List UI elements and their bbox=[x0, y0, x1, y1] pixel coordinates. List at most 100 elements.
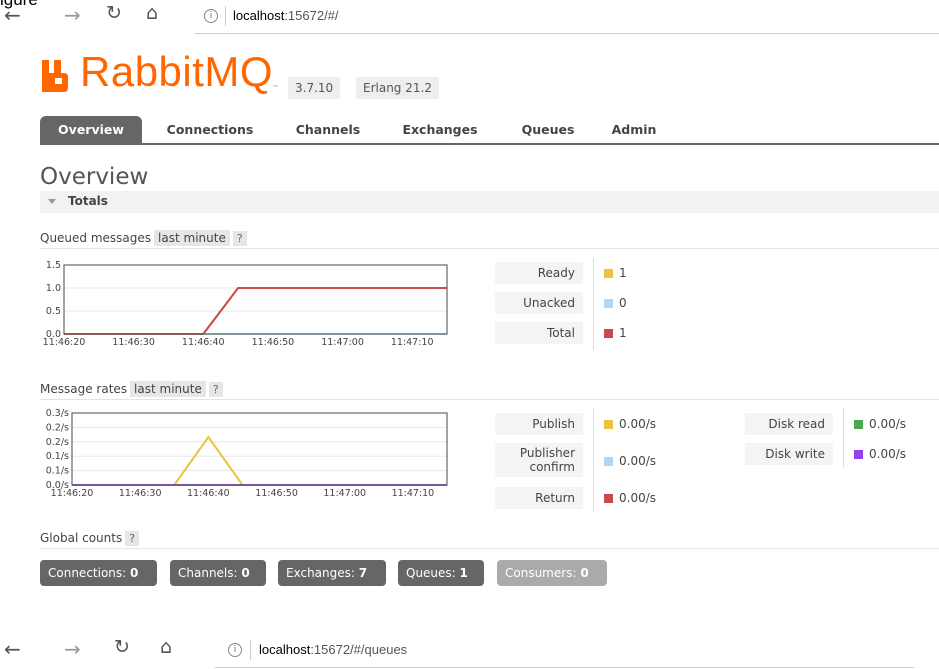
rates-range-selector[interactable]: last minute bbox=[130, 381, 206, 397]
legend-value-text: 0 bbox=[619, 296, 627, 310]
address-bar[interactable]: localhost:15672/#/ bbox=[233, 8, 339, 23]
y-tick-label: 1.0 bbox=[46, 283, 61, 294]
counter-value: 0 bbox=[130, 566, 139, 580]
legend-label-total: Total bbox=[495, 322, 583, 344]
legend-label-rate-0: Publish bbox=[495, 413, 583, 435]
counter-label: Channels: bbox=[178, 566, 238, 580]
home-icon[interactable]: ⌂ bbox=[160, 636, 172, 658]
legend-value-disk-read: 0.00/s bbox=[854, 417, 906, 431]
counter-exchanges[interactable]: Exchanges: 7 bbox=[278, 560, 386, 586]
x-tick-label: 11:47:10 bbox=[392, 488, 435, 499]
x-tick-label: 11:46:20 bbox=[43, 337, 86, 348]
legend-label-line: confirm bbox=[529, 460, 575, 474]
y-tick-label: 0.3/s bbox=[46, 408, 69, 419]
home-icon[interactable]: ⌂ bbox=[146, 2, 158, 24]
tab-channels[interactable]: Channels bbox=[286, 116, 370, 144]
tab-underline bbox=[40, 143, 939, 145]
counter-connections[interactable]: Connections: 0 bbox=[40, 560, 157, 586]
tab-queues[interactable]: Queues bbox=[510, 116, 586, 144]
counter-value: 0 bbox=[241, 566, 250, 580]
browser-toolbar-2: ← → ↻ ⌂ i localhost:15672/#/queues bbox=[0, 636, 939, 668]
tab-overview[interactable]: Overview bbox=[40, 116, 142, 144]
legend-value-rate-2: 0.00/s bbox=[604, 491, 656, 505]
x-tick-label: 11:46:30 bbox=[119, 488, 162, 499]
url-path: :15672/#/ bbox=[284, 8, 339, 23]
legend-divider bbox=[593, 258, 594, 350]
global-counts-label: Global counts bbox=[40, 531, 123, 545]
reload-icon[interactable]: ↻ bbox=[106, 2, 122, 24]
message-rates-chart-svg: 0.0/s0.1/s0.1/s0.2/s0.2/s0.3/s11:46:20 11… bbox=[46, 408, 448, 499]
message-rates-header: Message rates last minute? bbox=[40, 381, 223, 397]
legend-swatch bbox=[854, 450, 863, 459]
queued-range-selector[interactable]: last minute bbox=[154, 230, 230, 246]
reload-icon[interactable]: ↻ bbox=[114, 636, 130, 658]
x-tick-label: 11:47:00 bbox=[321, 337, 364, 348]
tab-exchanges[interactable]: Exchanges bbox=[392, 116, 488, 144]
site-info-icon[interactable]: i bbox=[204, 9, 218, 23]
queued-messages-header: Queued messages last minute? bbox=[40, 230, 247, 246]
counter-value: 7 bbox=[358, 566, 368, 580]
page-title: Overview bbox=[40, 164, 149, 190]
counter-label: Queues: bbox=[406, 566, 456, 580]
counter-consumers[interactable]: Consumers: 0 bbox=[497, 560, 607, 586]
queued-messages-label: Queued messages bbox=[40, 231, 152, 245]
legend-value-disk-write: 0.00/s bbox=[854, 447, 906, 461]
collapse-triangle-icon bbox=[48, 199, 56, 204]
counter-value: 0 bbox=[580, 566, 589, 580]
x-tick-label: 11:46:20 bbox=[51, 488, 94, 499]
message-rates-chart: 0.0/s 0.1/s 0.1/s 0.2/s 0.2/s 0.3/s 11:46:20 11… bbox=[36, 408, 456, 508]
legend-value-text: 0.00/s bbox=[619, 491, 657, 505]
global-counts-header: Global counts? bbox=[40, 531, 140, 546]
totals-section-header[interactable]: Totals bbox=[40, 191, 939, 213]
address-divider bbox=[250, 640, 251, 660]
section-divider bbox=[40, 399, 939, 400]
back-arrow-icon[interactable]: ← bbox=[4, 3, 21, 27]
logo-rabbit: Rabbit bbox=[80, 48, 205, 95]
counter-queues[interactable]: Queues: 1 bbox=[398, 560, 484, 586]
legend-value-text: 0.00/s bbox=[869, 417, 907, 431]
legend-value-text: 1 bbox=[619, 266, 627, 280]
logo-mq: MQ bbox=[204, 48, 274, 95]
legend-swatch bbox=[604, 269, 613, 278]
legend-label-unacked: Unacked bbox=[495, 292, 583, 314]
global-help-button[interactable]: ? bbox=[125, 531, 140, 546]
url-path: :15672/#/queues bbox=[310, 642, 408, 657]
forward-arrow-icon[interactable]: → bbox=[64, 3, 81, 27]
legend-swatch bbox=[604, 457, 613, 466]
site-info-icon[interactable]: i bbox=[228, 643, 242, 657]
y-tick-label: 0.2/s bbox=[46, 437, 69, 448]
legend-value-unacked: 0 bbox=[604, 296, 627, 310]
counter-channels[interactable]: Channels: 0 bbox=[170, 560, 266, 586]
legend-label-line: Publisher bbox=[519, 446, 575, 460]
counter-label: Exchanges: bbox=[286, 566, 355, 580]
plot-frame bbox=[71, 412, 448, 486]
tab-admin[interactable]: Admin bbox=[602, 116, 666, 144]
x-tick-label: 11:47:10 bbox=[391, 337, 434, 348]
back-arrow-icon[interactable]: ← bbox=[4, 637, 21, 661]
url-host: localhost bbox=[233, 8, 285, 23]
browser-toolbar: ← → ↻ ⌂ i localhost:15672/#/ bbox=[0, 2, 939, 34]
x-tick-label: 11:46:30 bbox=[112, 337, 155, 348]
y-tick-label: 0.5 bbox=[46, 306, 61, 317]
x-tick-label: 11:46:50 bbox=[252, 337, 295, 348]
address-bar[interactable]: localhost:15672/#/queues bbox=[259, 642, 407, 657]
legend-value-rate-0: 0.00/s bbox=[604, 417, 656, 431]
legend-swatch bbox=[854, 420, 863, 429]
tab-connections[interactable]: Connections bbox=[154, 116, 266, 144]
address-underline bbox=[195, 33, 939, 34]
queued-help-button[interactable]: ? bbox=[232, 231, 247, 246]
legend-value-total: 1 bbox=[604, 326, 627, 340]
url-host: localhost bbox=[259, 642, 311, 657]
trademark: ™ bbox=[272, 84, 279, 92]
rabbitmq-version: 3.7.10 bbox=[288, 77, 341, 99]
legend-label-disk-read: Disk read bbox=[745, 413, 833, 435]
queued-messages-chart-svg: 0.00.51.01.511:46:20 11:46:30 11:46:40 11:4… bbox=[43, 260, 448, 348]
address-underline bbox=[215, 667, 914, 668]
address-divider bbox=[225, 6, 226, 26]
forward-arrow-icon[interactable]: → bbox=[64, 637, 81, 661]
rates-help-button[interactable]: ? bbox=[208, 382, 223, 397]
legend-swatch bbox=[604, 494, 613, 503]
legend-value-text: 0.00/s bbox=[619, 417, 657, 431]
legend-divider bbox=[843, 408, 844, 468]
legend-label-ready: Ready bbox=[495, 262, 583, 284]
